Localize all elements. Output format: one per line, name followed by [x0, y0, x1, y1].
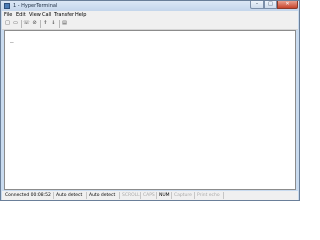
maximize-button[interactable]: □ [264, 1, 277, 9]
status-capture: Capture [173, 192, 195, 199]
menu-help[interactable]: Help [75, 11, 86, 19]
toolbar-separator [59, 20, 60, 28]
menu-bar: File Edit View Call Transfer Help [2, 11, 298, 19]
window-title: 1 - HyperTerminal [13, 3, 58, 9]
close-button[interactable]: ✕ [277, 1, 298, 9]
menu-transfer[interactable]: Transfer [54, 11, 74, 19]
status-num: NUM [158, 192, 172, 199]
call-icon[interactable]: ☏ [23, 20, 30, 27]
menu-edit[interactable]: Edit [16, 11, 26, 19]
receive-icon[interactable]: ⇓ [50, 20, 57, 27]
status-print-echo: Print echo [196, 192, 224, 199]
new-connection-icon[interactable]: □ [4, 20, 11, 27]
hyperterminal-app-icon[interactable] [4, 3, 10, 9]
status-connected: Connected 00:08:52 [4, 192, 54, 199]
send-icon[interactable]: ⇑ [42, 20, 49, 27]
disconnect-icon[interactable]: ⊘ [31, 20, 38, 27]
toolbar-separator [21, 20, 22, 28]
menu-view[interactable]: View [29, 11, 41, 19]
properties-icon[interactable]: ▤ [61, 20, 68, 27]
terminal-screen[interactable]: _ [4, 30, 296, 190]
menu-call[interactable]: Call [42, 11, 51, 19]
status-bar: Connected 00:08:52 Auto detect Auto dete… [2, 191, 298, 200]
title-bar[interactable]: 1 - HyperTerminal – □ ✕ [1, 1, 299, 11]
menu-file[interactable]: File [4, 11, 12, 19]
open-icon[interactable]: ▭ [12, 20, 19, 27]
minimize-button[interactable]: – [250, 1, 264, 9]
hyperterminal-window: 1 - HyperTerminal – □ ✕ File Edit View C… [0, 0, 300, 201]
status-auto-detect-2: Auto detect [88, 192, 120, 199]
toolbar: □ ▭ ☏ ⊘ ⇑ ⇓ ▤ [2, 19, 298, 30]
status-scroll: SCROLL [122, 192, 141, 199]
terminal-cursor: _ [10, 36, 14, 43]
status-caps: CAPS [142, 192, 157, 199]
toolbar-separator [40, 20, 41, 28]
status-auto-detect-1: Auto detect [55, 192, 87, 199]
